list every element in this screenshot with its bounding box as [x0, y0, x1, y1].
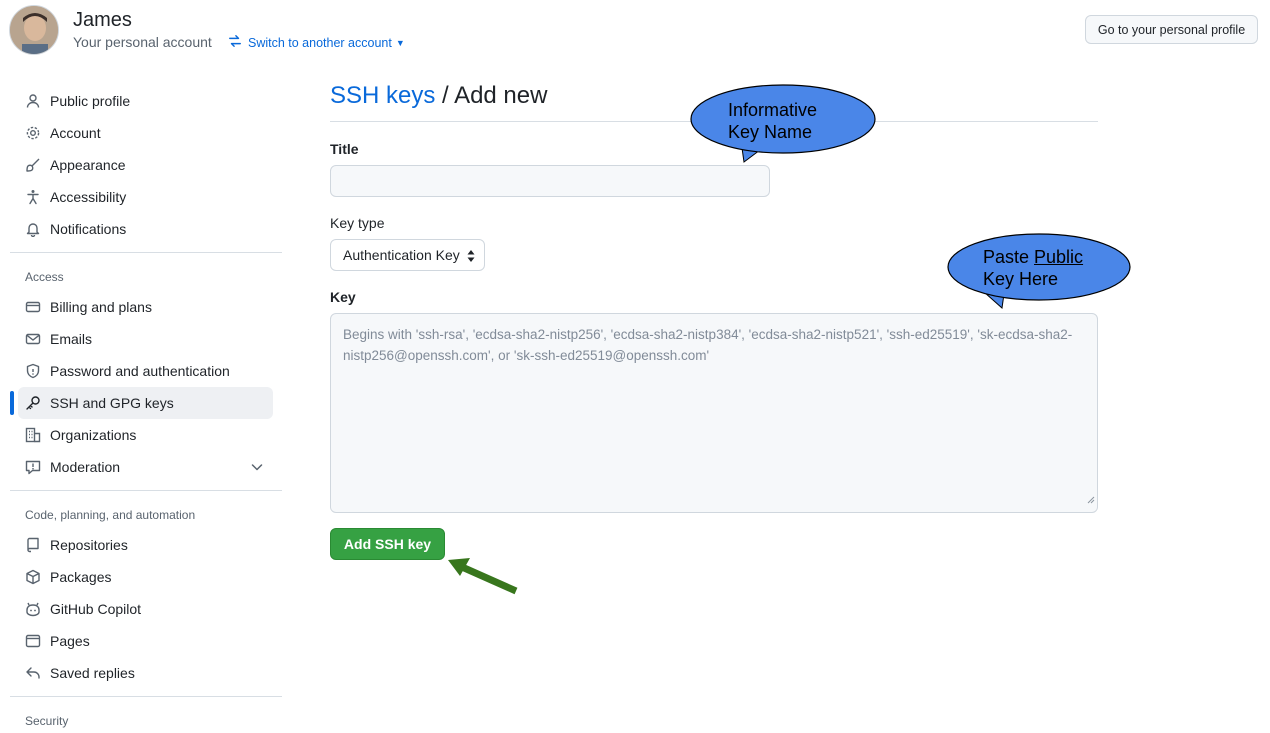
add-ssh-key-button[interactable]: Add SSH key [330, 528, 445, 560]
sidebar-heading-access: Access [25, 270, 64, 284]
report-icon [25, 459, 41, 475]
resize-grip-icon[interactable] [1087, 489, 1095, 510]
sidebar-item-label: Billing and plans [50, 299, 152, 315]
switch-arrows-icon [228, 34, 242, 51]
select-arrows-icon [466, 248, 476, 267]
sidebar-item-pages[interactable]: Pages [18, 625, 273, 657]
sidebar-item-label: Account [50, 125, 101, 141]
account-name: James [73, 9, 132, 31]
bell-icon [25, 221, 41, 237]
sidebar-item-label: Organizations [50, 427, 137, 443]
sidebar-heading-security: Security [25, 714, 69, 728]
callout-key-underlined: Public [1034, 247, 1084, 267]
callout-key-line2: Key Here [983, 269, 1059, 289]
callout-key-prefix: Paste [983, 247, 1035, 267]
sidebar-item-copilot[interactable]: GitHub Copilot [18, 593, 273, 625]
go-to-profile-button[interactable]: Go to your personal profile [1085, 15, 1258, 44]
sidebar-item-label: Saved replies [50, 665, 135, 681]
paintbrush-icon [25, 157, 41, 173]
sidebar-item-label: Pages [50, 633, 90, 649]
credit-card-icon [25, 299, 41, 315]
avatar[interactable] [9, 5, 59, 55]
sidebar-item-billing[interactable]: Billing and plans [18, 291, 273, 323]
sidebar-item-label: Notifications [50, 221, 127, 237]
sidebar-item-label: SSH and GPG keys [50, 395, 174, 411]
sidebar-heading-code: Code, planning, and automation [25, 508, 196, 522]
sidebar-item-saved-replies[interactable]: Saved replies [18, 657, 273, 689]
sidebar-item-label: GitHub Copilot [50, 601, 142, 617]
active-indicator [10, 391, 14, 415]
key-type-label: Key type [330, 215, 385, 231]
switch-account-link[interactable]: Switch to another account ▼ [228, 34, 405, 51]
repo-icon [25, 537, 41, 553]
breadcrumb-separator: / [435, 82, 455, 109]
browser-icon [25, 633, 41, 649]
account-subtitle: Your personal account [73, 34, 212, 50]
organization-icon [25, 427, 41, 443]
sidebar-divider [10, 696, 282, 697]
switch-account-label: Switch to another account [248, 35, 392, 50]
callout-title-line1: Informative [728, 100, 818, 120]
sidebar-item-organizations[interactable]: Organizations [18, 419, 273, 451]
sidebar-item-account[interactable]: Account [18, 117, 273, 149]
sidebar-item-label: Password and authentication [50, 363, 230, 379]
sidebar-item-label: Moderation [50, 459, 121, 475]
sidebar-item-emails[interactable]: Emails [18, 323, 273, 355]
person-icon [25, 93, 41, 109]
callout-title-text: Informative Key Name [728, 99, 817, 143]
key-icon [25, 395, 41, 411]
sidebar-item-label: Emails [50, 331, 93, 347]
callout-key-line1: Paste Public [983, 246, 1083, 268]
sidebar-item-label: Repositories [50, 537, 128, 553]
sidebar-item-label: Accessibility [50, 189, 127, 205]
caret-down-icon: ▼ [395, 37, 405, 48]
title-input[interactable] [330, 165, 770, 197]
gear-icon [25, 125, 41, 141]
sidebar-item-moderation[interactable]: Moderation [18, 451, 273, 483]
sidebar-item-public-profile[interactable]: Public profile [18, 85, 273, 117]
title-label: Title [330, 141, 359, 157]
sidebar-divider [10, 490, 282, 491]
key-type-select[interactable]: Authentication Key [330, 239, 485, 271]
shield-icon [25, 363, 41, 379]
key-textarea[interactable]: Begins with 'ssh-rsa', 'ecdsa-sha2-nistp… [330, 313, 1098, 513]
callout-title-line2: Key Name [728, 122, 813, 142]
copilot-icon [25, 601, 41, 617]
mail-icon [25, 331, 41, 347]
page-title-text: Add new [454, 82, 548, 109]
breadcrumb-ssh-keys-link[interactable]: SSH keys [330, 82, 435, 109]
sidebar-item-label: Packages [50, 569, 112, 585]
package-icon [25, 569, 41, 585]
sidebar-item-label: Appearance [50, 157, 126, 173]
sidebar-item-notifications[interactable]: Notifications [18, 213, 273, 245]
accessibility-icon [25, 189, 41, 205]
key-label: Key [330, 289, 356, 305]
sidebar-item-password-auth[interactable]: Password and authentication [18, 355, 273, 387]
sidebar-divider [10, 252, 282, 253]
sidebar-item-ssh-gpg-keys[interactable]: SSH and GPG keys [18, 387, 273, 419]
sidebar-item-repositories[interactable]: Repositories [18, 529, 273, 561]
key-type-value: Authentication Key [343, 247, 460, 263]
callout-key-text: Paste Public Key Here [983, 246, 1083, 290]
sidebar-item-accessibility[interactable]: Accessibility [18, 181, 273, 213]
key-placeholder: Begins with 'ssh-rsa', 'ecdsa-sha2-nistp… [343, 327, 1073, 363]
sidebar-item-packages[interactable]: Packages [18, 561, 273, 593]
reply-icon [25, 665, 41, 681]
sidebar-item-appearance[interactable]: Appearance [18, 149, 273, 181]
chevron-down-icon[interactable] [249, 459, 265, 478]
green-arrow-icon [448, 558, 518, 595]
page-title: SSH keys / Add new [330, 82, 547, 110]
sidebar-item-label: Public profile [50, 93, 131, 109]
